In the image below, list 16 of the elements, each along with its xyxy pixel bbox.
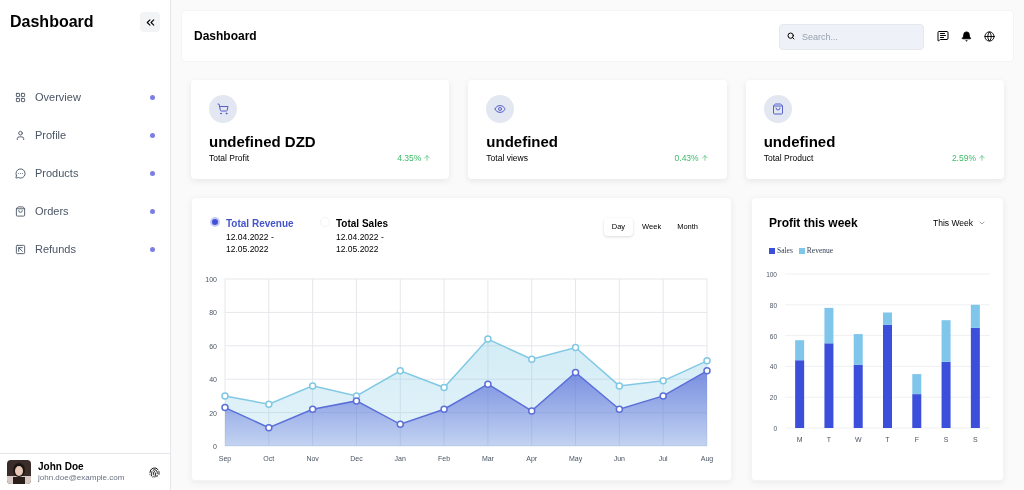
stat-label: Total Profit — [209, 151, 250, 165]
stat-value: undefined — [763, 133, 837, 152]
stat-label: Total views — [486, 151, 528, 165]
stat-value: undefined — [486, 133, 559, 152]
change-value: 0.43% — [674, 151, 699, 165]
user-email: john.doe@example.com — [38, 473, 125, 484]
change-value: 4.35% — [397, 151, 422, 165]
card-title: Profit this week — [769, 215, 858, 232]
date-range: 12.04.2022 - 12.05.2022 — [336, 231, 385, 255]
user-name: John Doe — [38, 460, 85, 474]
change-value: 2.59% — [951, 151, 976, 165]
date-range: 12.04.2022 - 12.05.2022 — [226, 231, 275, 255]
stat-label: Total Product — [763, 151, 814, 165]
stat-value: undefined DZD — [209, 133, 317, 152]
sidebar-title: Dashboard — [10, 12, 94, 32]
page-title: Dashboard — [194, 28, 257, 45]
